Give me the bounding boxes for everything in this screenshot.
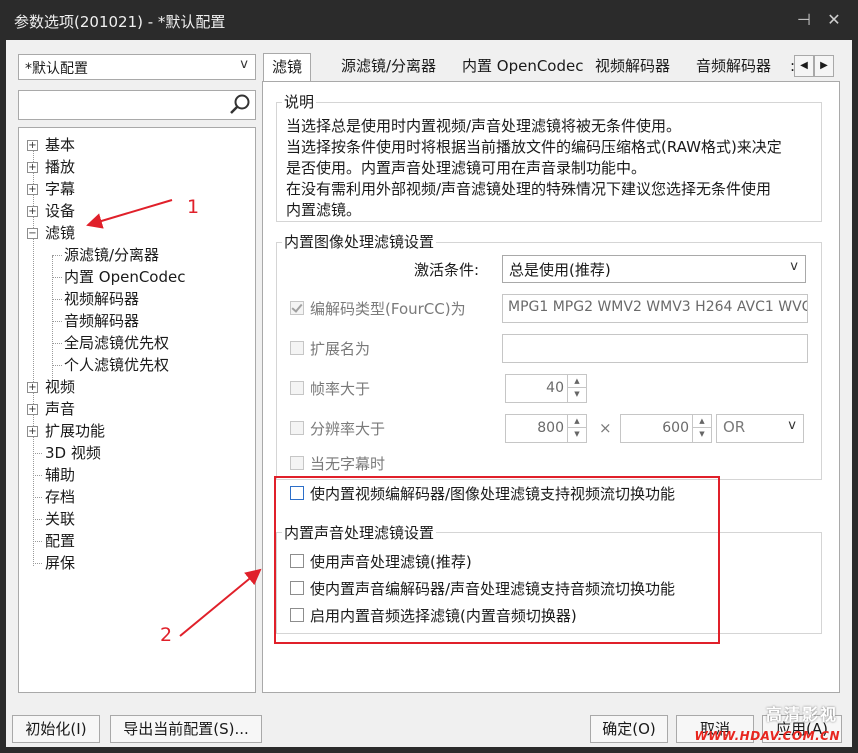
init-button[interactable]: 初始化(I) xyxy=(12,715,100,743)
annotation-arrows xyxy=(86,199,262,637)
watermark-url: WWW.HDAV.COM.CN xyxy=(694,729,840,743)
close-icon[interactable]: ✕ xyxy=(824,10,844,30)
dialog-body: *默认配置 v + 基本 + 播放 + 字幕 + 设备 − 滤镜 源滤镜/分离器 内置 OpenCod… xyxy=(6,40,852,747)
title-bar: 参数选项(201021) - *默认配置 ⊣ ✕ xyxy=(0,0,858,40)
export-config-button[interactable]: 导出当前配置(S)... xyxy=(110,715,262,743)
window-title: 参数选项(201021) - *默认配置 xyxy=(14,13,226,31)
ok-button[interactable]: 确定(O) xyxy=(590,715,668,743)
arrow-1 xyxy=(86,199,173,229)
preferences-window: 参数选项(201021) - *默认配置 ⊣ ✕ *默认配置 v + 基本 + 播放 +… xyxy=(0,0,858,753)
arrow-2 xyxy=(179,568,262,637)
watermark-logo-text: 高清影视 xyxy=(765,705,838,724)
pin-icon[interactable]: ⊣ xyxy=(794,10,814,30)
